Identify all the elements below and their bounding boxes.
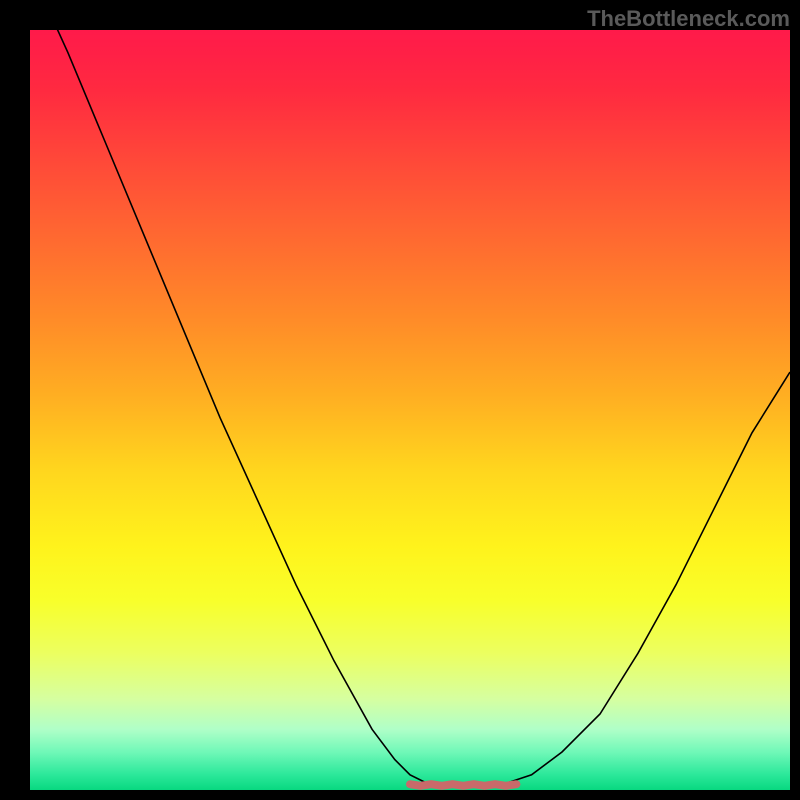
- chart-svg: [30, 30, 790, 790]
- bottleneck-curve: [30, 30, 790, 786]
- plot-area: [30, 30, 790, 790]
- trough-highlight: [410, 784, 516, 786]
- watermark-text: TheBottleneck.com: [587, 6, 790, 32]
